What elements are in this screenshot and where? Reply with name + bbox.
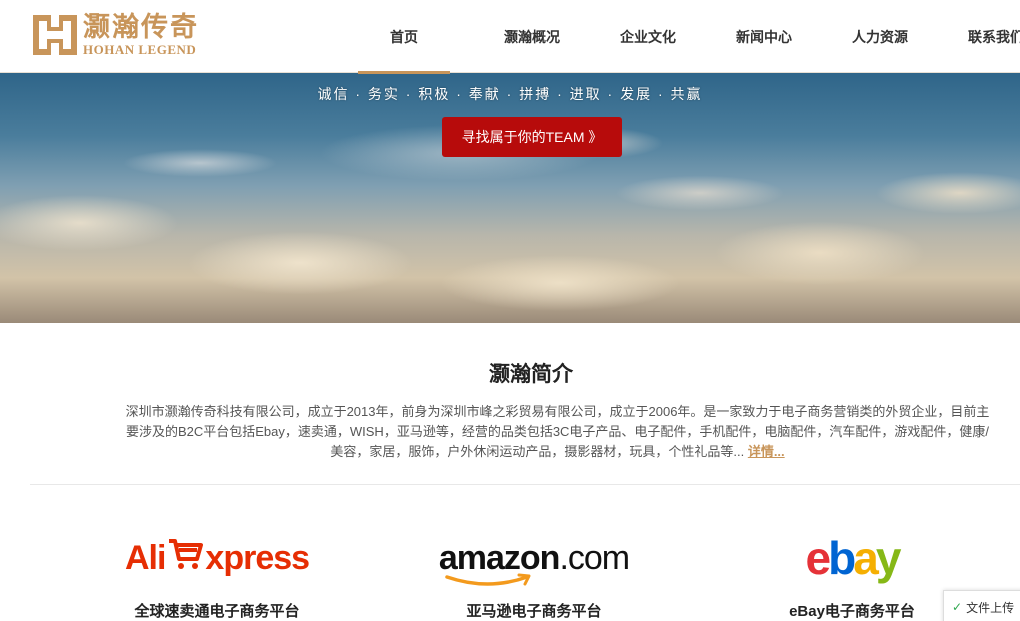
intro-body: 深圳市灏瀚传奇科技有限公司，成立于2013年，前身为深圳市峰之彩贸易有限公司，成… <box>125 404 990 459</box>
hero-slogan: 诚信 · 务实 · 积极 · 奉献 · 拼搏 · 进取 · 发展 · 共赢 <box>317 86 703 102</box>
hero-banner: 诚信 · 务实 · 积极 · 奉献 · 拼搏 · 进取 · 发展 · 共赢 寻找… <box>0 73 1020 323</box>
toast-text: 文件上传 <box>966 600 1015 615</box>
main-nav: 首页 灏瀚概况 企业文化 新闻中心 人力资源 联系我们 <box>358 0 1020 74</box>
amazon-logo: amazon.com <box>404 530 664 586</box>
platform-aliexpress[interactable]: Ali xpress 全球速卖通电子商务平台 <box>87 530 347 621</box>
aliexpress-logo-text-a: Ali <box>124 538 166 577</box>
nav-overview[interactable]: 灏瀚概况 <box>474 0 590 73</box>
nav-home[interactable]: 首页 <box>358 0 474 74</box>
logo-chinese-name: 灏瀚传奇 <box>83 12 199 43</box>
nav-hr[interactable]: 人力资源 <box>822 0 938 73</box>
file-upload-toast[interactable]: ✓ 文件上传 <box>943 590 1020 621</box>
amazon-smile-icon <box>445 573 531 586</box>
intro-title: 灏瀚简介 <box>489 363 573 386</box>
nav-culture[interactable]: 企业文化 <box>590 0 706 73</box>
amazon-logo-text-b: .com <box>559 538 630 577</box>
ebay-logo-text: ebay <box>805 532 902 584</box>
nav-news[interactable]: 新闻中心 <box>706 0 822 73</box>
intro-more-link[interactable]: 详情... <box>748 444 785 459</box>
site-logo[interactable]: 灏瀚传奇 HOHAN LEGEND <box>31 12 199 58</box>
aliexpress-logo: Ali xpress <box>87 530 347 586</box>
ebay-logo: ebay <box>722 530 982 586</box>
find-team-button[interactable]: 寻找属于你的TEAM 》 <box>442 117 622 157</box>
site-header: 灏瀚传奇 HOHAN LEGEND 首页 灏瀚概况 企业文化 新闻中心 人力资源… <box>0 0 1020 74</box>
aliexpress-logo-text-b: xpress <box>205 538 310 577</box>
platform-amazon[interactable]: amazon.com 亚马逊电子商务平台 <box>404 530 664 621</box>
logo-english-name: HOHAN LEGEND <box>83 42 197 57</box>
logo-mark-icon <box>31 13 79 57</box>
section-divider <box>30 484 1020 485</box>
cart-icon <box>167 537 204 580</box>
platform-name: 亚马逊电子商务平台 <box>466 603 602 620</box>
intro-text: 深圳市灏瀚传奇科技有限公司，成立于2013年，前身为深圳市峰之彩贸易有限公司，成… <box>120 402 995 462</box>
amazon-logo-text-a: amazon <box>438 538 561 577</box>
nav-contact[interactable]: 联系我们 <box>938 0 1020 73</box>
check-icon: ✓ <box>952 600 963 614</box>
platform-name: 全球速卖通电子商务平台 <box>134 603 300 620</box>
